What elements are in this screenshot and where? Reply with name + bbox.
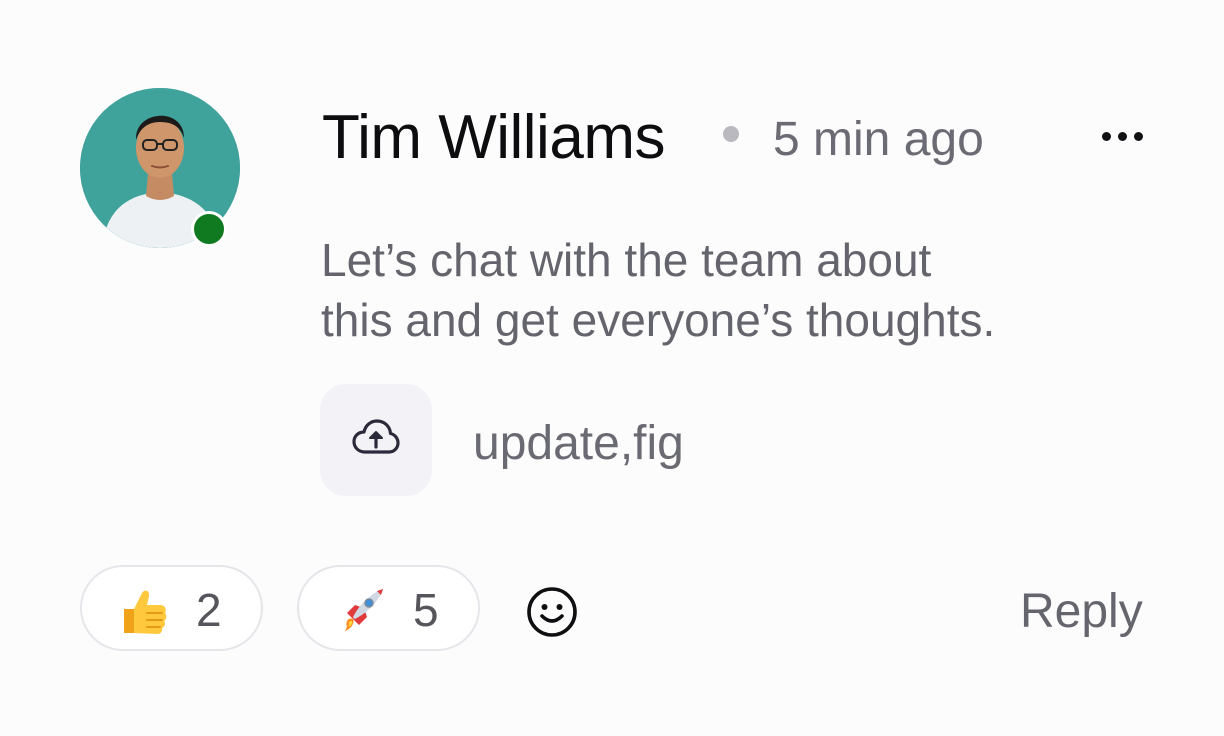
reaction-count: 5: [413, 584, 439, 636]
reaction-count: 2: [196, 584, 222, 636]
reply-button[interactable]: Reply: [1020, 584, 1143, 640]
online-status-dot: [191, 211, 227, 247]
attachment-icon-tile[interactable]: [320, 384, 432, 496]
attachment-filename[interactable]: update,fig: [473, 416, 684, 472]
more-options-button[interactable]: [1090, 116, 1154, 156]
message-line: Let’s chat with the team about: [321, 234, 932, 286]
add-reaction-smiley-icon[interactable]: [524, 584, 580, 640]
more-dot: [1101, 131, 1111, 141]
reaction-thumbs-up[interactable]: 2: [80, 565, 263, 651]
thumbs-up-emoji: [124, 590, 167, 634]
reaction-rocket[interactable]: 5: [297, 565, 480, 651]
timestamp: 5 min ago: [773, 113, 984, 166]
more-dot: [1117, 131, 1127, 141]
cloud-upload-icon: [352, 419, 400, 454]
author-name[interactable]: Tim Williams: [322, 103, 665, 173]
comment-card: Tim Williams 5 min ago Let’s chat with t…: [0, 0, 1224, 736]
rocket-emoji: [345, 589, 383, 631]
more-dot: [1133, 131, 1143, 141]
avatar[interactable]: [80, 88, 240, 248]
comment-message: Let’s chat with the team about this and …: [321, 230, 1121, 350]
message-line: this and get everyone’s thoughts.: [321, 294, 996, 346]
separator-dot: [723, 126, 739, 142]
